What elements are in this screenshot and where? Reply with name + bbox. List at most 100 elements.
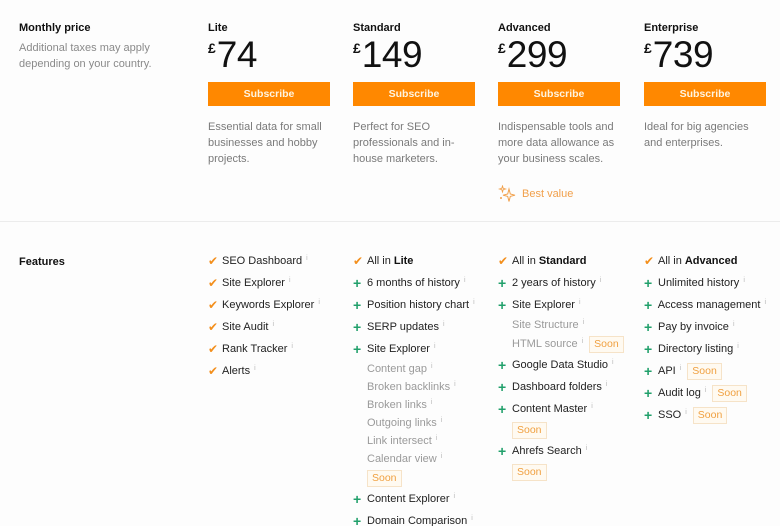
info-icon[interactable]: i	[579, 299, 581, 306]
info-icon[interactable]: i	[434, 343, 436, 350]
feature-item: + SSO i Soon	[644, 404, 766, 426]
subscribe-button-standard[interactable]: Subscribe	[353, 82, 475, 106]
check-icon: ✔	[644, 254, 655, 268]
info-icon[interactable]: i	[743, 277, 745, 284]
plus-icon: +	[644, 275, 653, 291]
plus-icon: +	[644, 385, 653, 401]
info-icon[interactable]: i	[431, 363, 433, 370]
check-icon: ✔	[498, 254, 509, 268]
plus-icon: +	[353, 275, 362, 291]
price-amount: 149	[361, 34, 423, 75]
info-icon[interactable]: i	[454, 381, 456, 388]
feature-item: + Unlimited history i	[644, 275, 745, 291]
plan-description: Perfect for SEO professionals and in-hou…	[353, 121, 455, 165]
plus-icon: +	[353, 513, 362, 526]
plus-icon: +	[353, 297, 362, 313]
info-icon[interactable]: i	[441, 453, 443, 460]
check-icon: ✔	[208, 276, 219, 290]
soon-badge: Soon	[512, 421, 547, 439]
info-icon[interactable]: i	[464, 277, 466, 284]
info-icon[interactable]: i	[582, 338, 584, 345]
info-icon[interactable]: i	[733, 321, 735, 328]
check-icon: ✔	[208, 254, 219, 268]
info-icon[interactable]: i	[591, 403, 593, 410]
subscribe-button-lite[interactable]: Subscribe	[208, 82, 330, 106]
plus-icon: +	[498, 443, 507, 459]
plan-description: Ideal for big agencies and enterprises.	[644, 121, 749, 149]
feature-item: + SERP updates i	[353, 319, 445, 335]
info-icon[interactable]: i	[454, 493, 456, 500]
best-value-label: Best value	[522, 188, 574, 200]
plus-icon: +	[644, 407, 653, 423]
feature-item: + Ahrefs Search i	[498, 443, 588, 459]
currency-symbol: £	[644, 40, 652, 56]
plus-icon: +	[644, 297, 653, 313]
info-icon[interactable]: i	[600, 277, 602, 284]
subscribe-button-enterprise[interactable]: Subscribe	[644, 82, 766, 106]
info-icon[interactable]: i	[306, 255, 308, 262]
soon-badge: Soon	[712, 384, 747, 402]
info-icon[interactable]: i	[289, 277, 291, 284]
info-icon[interactable]: i	[436, 435, 438, 442]
info-icon[interactable]: i	[443, 321, 445, 328]
info-icon[interactable]: i	[685, 409, 687, 416]
sub-feature-item: Calendar view i	[367, 452, 443, 466]
feature-item: + Access management i	[644, 297, 766, 313]
info-icon[interactable]: i	[291, 343, 293, 350]
plus-icon: +	[644, 363, 653, 379]
plan-advanced: Advanced £ 299 Subscribe Indispensable t…	[498, 22, 620, 203]
info-icon[interactable]: i	[764, 299, 766, 306]
price-amount: 74	[216, 34, 258, 75]
plus-icon: +	[498, 357, 507, 373]
tax-note: Additional taxes may apply depending on …	[19, 42, 152, 70]
plan-price: £ 149	[353, 36, 475, 76]
features-lite: ✔ SEO Dashboard i ✔ Site Explorer i ✔ Keyword…	[208, 250, 330, 382]
plan-name: Standard	[353, 22, 401, 34]
features-label: Features	[19, 256, 189, 268]
plus-icon: +	[353, 341, 362, 357]
info-icon[interactable]: i	[318, 299, 320, 306]
info-icon[interactable]: i	[471, 515, 473, 522]
info-icon[interactable]: i	[583, 319, 585, 326]
plus-icon: +	[644, 341, 653, 357]
soon-badge: Soon	[589, 335, 624, 353]
plan-description: Essential data for small businesses and …	[208, 121, 322, 165]
plus-icon: +	[644, 319, 653, 335]
info-icon[interactable]: i	[431, 399, 433, 406]
feature-item: + Directory listing i	[644, 341, 739, 357]
info-icon[interactable]: i	[705, 387, 707, 394]
sub-feature-item: Broken links i	[367, 398, 433, 412]
info-icon[interactable]: i	[737, 343, 739, 350]
info-icon[interactable]: i	[272, 321, 274, 328]
sub-feature-item: Link intersect i	[367, 434, 438, 448]
soon-badge: Soon	[692, 406, 728, 424]
feature-item: + Content Master i	[498, 401, 593, 417]
plan-name: Lite	[208, 22, 228, 34]
subscribe-button-advanced[interactable]: Subscribe	[498, 82, 620, 106]
best-value-badge: Best value	[498, 185, 620, 203]
sub-feature-item: Content gap i	[367, 362, 433, 376]
price-amount: 299	[506, 34, 568, 75]
feature-item: + Pay by invoice i	[644, 319, 735, 335]
check-icon: ✔	[208, 364, 219, 378]
feature-item: + API i Soon	[644, 360, 766, 382]
plan-enterprise: Enterprise £ 739 Subscribe Ideal for big…	[644, 22, 766, 151]
plan-lite: Lite £ 74 Subscribe Essential data for s…	[208, 22, 330, 167]
plan-price: £ 739	[644, 36, 766, 76]
info-icon[interactable]: i	[441, 417, 443, 424]
info-icon[interactable]: i	[680, 365, 682, 372]
currency-symbol: £	[208, 40, 216, 56]
info-icon[interactable]: i	[473, 299, 475, 306]
check-icon: ✔	[208, 320, 219, 334]
soon-badge: Soon	[512, 463, 547, 481]
feature-item: ✔ Keywords Explorer i	[208, 298, 320, 312]
info-icon[interactable]: i	[254, 365, 256, 372]
sub-feature-item: Broken backlinks i	[367, 380, 456, 394]
info-icon[interactable]: i	[606, 381, 608, 388]
info-icon[interactable]: i	[586, 445, 588, 452]
info-icon[interactable]: i	[612, 359, 614, 366]
feature-item: ✔ Rank Tracker i	[208, 342, 293, 356]
feature-item: +2 years of history i	[498, 275, 602, 291]
plus-icon: +	[353, 491, 362, 507]
features-advanced: ✔ All in Standard +2 years of history i + Si…	[498, 250, 624, 482]
